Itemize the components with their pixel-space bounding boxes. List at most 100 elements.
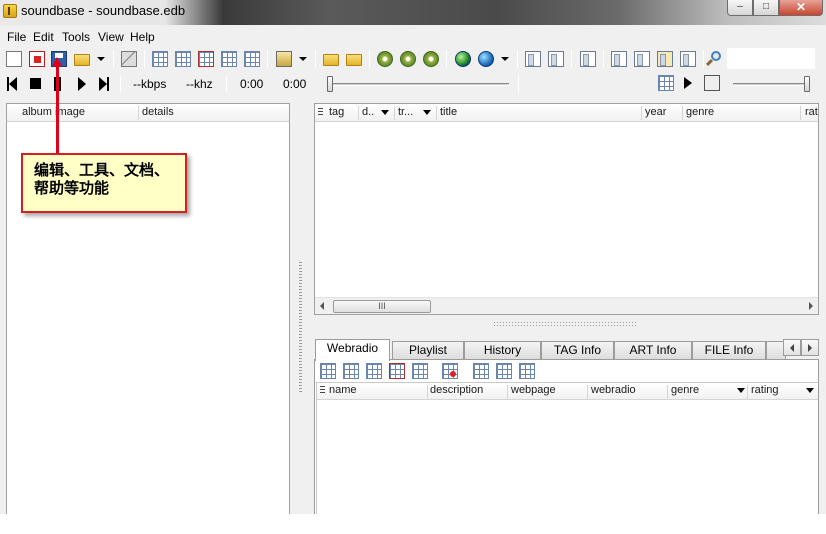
col-title[interactable]: title xyxy=(440,106,457,118)
delete-entry-icon[interactable] xyxy=(198,51,214,67)
column-divider[interactable] xyxy=(358,106,359,120)
tab-scroll-left-icon[interactable] xyxy=(783,339,801,356)
menu-file[interactable]: File xyxy=(7,30,26,44)
edit-entry-icon[interactable] xyxy=(175,51,191,67)
horizontal-splitter[interactable] xyxy=(494,322,638,327)
seek-slider-thumb[interactable] xyxy=(327,76,333,92)
record-icon[interactable] xyxy=(442,363,458,379)
col-album-image[interactable]: album image xyxy=(22,106,85,118)
play-mode-icon[interactable] xyxy=(683,75,699,91)
pause-right-icon[interactable] xyxy=(59,77,61,91)
web-icon[interactable] xyxy=(519,363,535,379)
layout-art-icon[interactable] xyxy=(657,51,673,67)
tools-icon[interactable] xyxy=(121,51,137,67)
tag-dropdown-icon[interactable] xyxy=(299,57,307,61)
volume-slider-track[interactable] xyxy=(733,83,807,86)
horizontal-scrollbar[interactable]: III xyxy=(315,297,818,314)
col-disc[interactable]: d.. xyxy=(362,106,374,118)
col-tag[interactable]: tag xyxy=(329,106,344,118)
scroll-right-icon[interactable] xyxy=(809,302,813,310)
delete-station-icon[interactable] xyxy=(389,363,405,379)
search-input[interactable] xyxy=(727,48,815,69)
open-folder-icon[interactable] xyxy=(74,54,90,66)
close-file-icon[interactable] xyxy=(29,51,45,67)
seek-slider-track[interactable] xyxy=(329,83,509,86)
export-icon[interactable] xyxy=(473,363,489,379)
col-rating[interactable]: rat xyxy=(805,106,818,118)
internet-green-icon[interactable] xyxy=(455,51,471,67)
folder-up-icon[interactable] xyxy=(346,54,362,66)
column-divider[interactable] xyxy=(667,385,668,399)
preview-icon[interactable] xyxy=(680,51,696,67)
layout-center-icon[interactable] xyxy=(634,51,650,67)
sort-arrow-icon[interactable] xyxy=(806,388,814,393)
scroll-left-icon[interactable] xyxy=(320,302,324,310)
col-rating[interactable]: rating xyxy=(751,384,779,396)
open-dropdown-icon[interactable] xyxy=(97,57,105,61)
vertical-splitter[interactable] xyxy=(299,262,302,392)
tab-history[interactable]: History xyxy=(464,341,541,360)
column-divider[interactable] xyxy=(587,385,588,399)
col-name[interactable]: name xyxy=(329,384,357,396)
search-icon[interactable] xyxy=(705,51,722,67)
internet-dropdown-icon[interactable] xyxy=(501,57,509,61)
column-divider[interactable] xyxy=(682,106,683,120)
column-divider[interactable] xyxy=(394,106,395,120)
internet-icon[interactable] xyxy=(478,51,494,67)
column-chooser-icon[interactable] xyxy=(318,108,323,117)
volume-slider-thumb[interactable] xyxy=(804,76,810,92)
column-divider[interactable] xyxy=(427,385,428,399)
col-genre[interactable]: genre xyxy=(686,106,714,118)
table-icon[interactable] xyxy=(221,51,237,67)
minimize-button[interactable]: ‒ xyxy=(727,0,753,16)
repeat-icon[interactable] xyxy=(704,75,720,91)
col-webpage[interactable]: webpage xyxy=(511,384,556,396)
edit-station-icon[interactable] xyxy=(343,363,359,379)
tab-file-info[interactable]: FILE Info xyxy=(692,341,766,360)
col-genre[interactable]: genre xyxy=(671,384,699,396)
close-button[interactable]: ✕ xyxy=(779,0,823,16)
new-file-icon[interactable] xyxy=(6,51,22,67)
playlist-view-icon[interactable] xyxy=(658,75,674,91)
layout-left-icon[interactable] xyxy=(611,51,627,67)
column-divider[interactable] xyxy=(436,106,437,120)
maximize-button[interactable]: □ xyxy=(753,0,779,16)
col-track[interactable]: tr... xyxy=(398,106,413,118)
cd-icon[interactable] xyxy=(377,51,393,67)
previous-track-icon[interactable] xyxy=(9,77,17,91)
view-single-icon[interactable] xyxy=(525,51,541,67)
tab-webradio[interactable]: Webradio xyxy=(315,339,390,361)
view-split-icon[interactable] xyxy=(548,51,564,67)
sort-arrow-icon[interactable] xyxy=(423,110,431,115)
col-year[interactable]: year xyxy=(645,106,666,118)
play-icon[interactable] xyxy=(78,77,86,91)
refresh-station-icon[interactable] xyxy=(366,363,382,379)
column-divider[interactable] xyxy=(138,106,139,120)
col-webradio[interactable]: webradio xyxy=(591,384,636,396)
menu-tools[interactable]: Tools xyxy=(62,30,90,44)
tab-art-info[interactable]: ART Info xyxy=(614,341,692,360)
col-description[interactable]: description xyxy=(430,384,483,396)
add-station-icon[interactable] xyxy=(320,363,336,379)
tag-icon[interactable] xyxy=(276,51,292,67)
view-info-icon[interactable] xyxy=(580,51,596,67)
add-entry-icon[interactable] xyxy=(152,51,168,67)
column-divider[interactable] xyxy=(800,106,801,120)
import-icon[interactable] xyxy=(496,363,512,379)
station-table-icon[interactable] xyxy=(412,363,428,379)
sort-arrow-icon[interactable] xyxy=(737,388,745,393)
menu-help[interactable]: Help xyxy=(130,30,155,44)
tab-scroll-right-icon[interactable] xyxy=(801,339,819,356)
col-details[interactable]: details xyxy=(142,106,174,118)
scroll-thumb[interactable]: III xyxy=(333,300,431,313)
column-chooser-icon[interactable] xyxy=(320,386,325,395)
next-track-icon[interactable] xyxy=(99,77,107,91)
sort-arrow-icon[interactable] xyxy=(381,110,389,115)
menu-view[interactable]: View xyxy=(98,30,124,44)
cd-burn-icon[interactable] xyxy=(423,51,439,67)
tab-playlist[interactable]: Playlist xyxy=(392,341,464,360)
column-divider[interactable] xyxy=(747,385,748,399)
cd-rip-icon[interactable] xyxy=(400,51,416,67)
menu-edit[interactable]: Edit xyxy=(33,30,54,44)
tab-tag-info[interactable]: TAG Info xyxy=(541,341,614,360)
